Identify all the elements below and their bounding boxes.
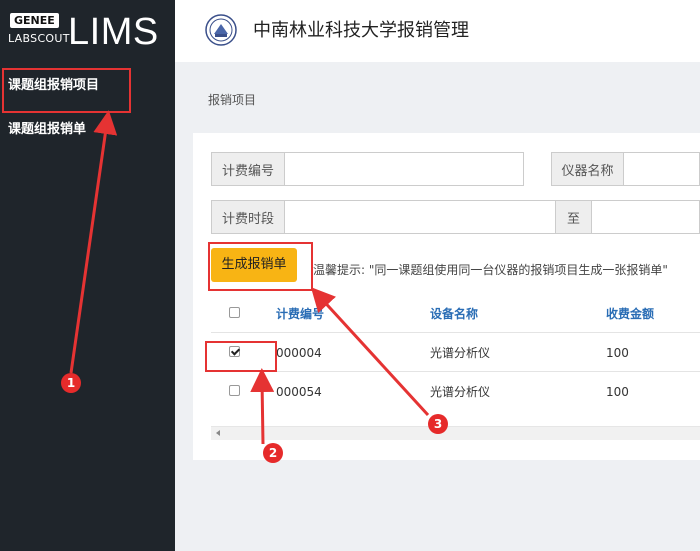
annotation-arrow-2	[250, 368, 275, 445]
annotation-arrows	[69, 110, 430, 445]
annotation-arrow-3	[310, 287, 430, 417]
annotation-badge-2: 2	[263, 443, 283, 463]
annotation-badge-1: 1	[61, 373, 81, 393]
annotation-arrow-1	[69, 110, 118, 374]
annotation-badge-3: 3	[428, 414, 448, 434]
